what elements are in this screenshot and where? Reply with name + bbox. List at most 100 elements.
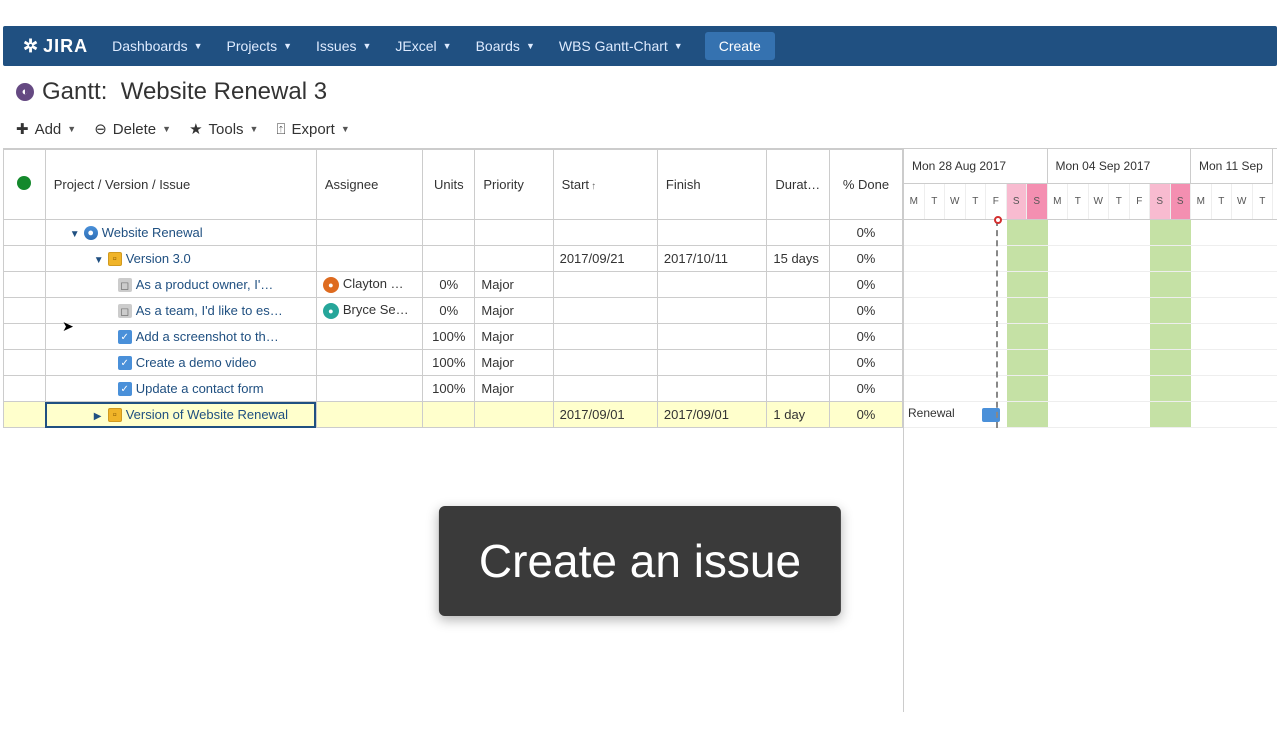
timeline-row[interactable] [904,324,1277,350]
row-done-cell[interactable]: 0% [829,350,902,376]
col-units[interactable]: Units [423,150,475,220]
col-name[interactable]: Project / Version / Issue [45,150,316,220]
col-done[interactable]: % Done [829,150,902,220]
row-name-cell[interactable]: ◻As a product owner, I'… [45,272,316,298]
add-button[interactable]: ✚ Add ▼ [16,120,76,138]
row-name-cell[interactable]: ✓Add a screenshot to th… [45,324,316,350]
row-units-cell[interactable]: 100% [423,324,475,350]
row-done-cell[interactable]: 0% [829,220,902,246]
row-duration-cell[interactable] [767,350,830,376]
row-duration-cell[interactable] [767,376,830,402]
row-priority-cell[interactable] [475,246,553,272]
row-done-cell[interactable]: 0% [829,246,902,272]
row-start-cell[interactable]: 2017/09/21 [553,246,657,272]
row-priority-cell[interactable] [475,402,553,428]
row-start-cell[interactable] [553,220,657,246]
timeline-row[interactable] [904,350,1277,376]
timeline-row[interactable] [904,220,1277,246]
row-assignee-cell[interactable] [316,246,422,272]
row-assignee-cell[interactable] [316,350,422,376]
col-priority[interactable]: Priority [475,150,553,220]
issue-name[interactable]: Version 3.0 [126,251,191,266]
row-finish-cell[interactable] [657,298,767,324]
table-row[interactable]: ▶▫Version of Website Renewal 2017/09/0120… [4,402,903,428]
issue-name[interactable]: Update a contact form [136,381,264,396]
nav-issues[interactable]: Issues▼ [306,26,381,66]
export-button[interactable]: ⍐ Export ▼ [276,120,349,138]
row-finish-cell[interactable] [657,350,767,376]
delete-button[interactable]: ⊖ Delete ▼ [94,120,171,138]
col-finish[interactable]: Finish [657,150,767,220]
row-duration-cell[interactable]: 15 days [767,246,830,272]
nav-dashboards[interactable]: Dashboards▼ [102,26,212,66]
row-start-cell[interactable] [553,376,657,402]
tree-toggle-icon[interactable]: ▼ [70,229,80,240]
row-finish-cell[interactable] [657,272,767,298]
row-name-cell[interactable]: ▼▫Version 3.0 [45,246,316,272]
row-assignee-cell[interactable]: ●Clayton … [316,272,422,298]
issue-name[interactable]: Version of Website Renewal [126,407,288,422]
row-assignee-cell[interactable] [316,220,422,246]
tree-toggle-icon[interactable]: ▼ [94,255,104,266]
row-duration-cell[interactable]: 1 day [767,402,830,428]
row-units-cell[interactable]: 100% [423,350,475,376]
row-finish-cell[interactable]: 2017/10/11 [657,246,767,272]
timeline-row[interactable] [904,272,1277,298]
tools-button[interactable]: ★ Tools ▼ [189,120,258,138]
row-name-cell[interactable]: ◻As a team, I'd like to es… [45,298,316,324]
row-duration-cell[interactable] [767,298,830,324]
timeline-pane[interactable]: Mon 28 Aug 2017Mon 04 Sep 2017Mon 11 Sep… [903,149,1277,712]
timeline-row[interactable]: Renewal [904,402,1277,428]
row-done-cell[interactable]: 0% [829,324,902,350]
col-status[interactable] [4,150,46,220]
table-row[interactable]: ◻As a product owner, I'…●Clayton …0%Majo… [4,272,903,298]
nav-jexcel[interactable]: JExcel▼ [385,26,461,66]
row-duration-cell[interactable] [767,220,830,246]
row-assignee-cell[interactable] [316,402,422,428]
row-done-cell[interactable]: 0% [829,402,902,428]
row-name-cell[interactable]: ✓Update a contact form [45,376,316,402]
row-finish-cell[interactable] [657,324,767,350]
row-start-cell[interactable]: 2017/09/01 [553,402,657,428]
row-units-cell[interactable] [423,246,475,272]
row-assignee-cell[interactable]: ●Bryce Se… [316,298,422,324]
issue-name[interactable]: As a product owner, I'… [136,277,274,292]
create-button[interactable]: Create [705,32,775,60]
row-priority-cell[interactable] [475,220,553,246]
row-name-cell[interactable]: ▶▫Version of Website Renewal [45,402,316,428]
timeline-row[interactable] [904,246,1277,272]
row-priority-cell[interactable]: Major [475,272,553,298]
row-duration-cell[interactable] [767,272,830,298]
tree-toggle-icon[interactable]: ▶ [94,411,104,422]
row-assignee-cell[interactable] [316,376,422,402]
row-units-cell[interactable]: 100% [423,376,475,402]
row-units-cell[interactable] [423,402,475,428]
col-duration[interactable]: Durati… [767,150,830,220]
issue-name[interactable]: Create a demo video [136,355,257,370]
issue-name[interactable]: Add a screenshot to th… [136,329,279,344]
row-priority-cell[interactable]: Major [475,324,553,350]
nav-projects[interactable]: Projects▼ [217,26,303,66]
row-start-cell[interactable] [553,272,657,298]
table-row[interactable]: ✓Add a screenshot to th… 100%Major 0% [4,324,903,350]
row-priority-cell[interactable]: Major [475,350,553,376]
row-units-cell[interactable]: 0% [423,272,475,298]
row-done-cell[interactable]: 0% [829,376,902,402]
timeline-row[interactable] [904,376,1277,402]
issue-name[interactable]: As a team, I'd like to es… [136,303,283,318]
timeline-row[interactable] [904,298,1277,324]
row-duration-cell[interactable] [767,324,830,350]
table-row[interactable]: ◻As a team, I'd like to es…●Bryce Se…0%M… [4,298,903,324]
table-row[interactable]: ▼▫Version 3.0 2017/09/212017/10/1115 days… [4,246,903,272]
table-row[interactable]: ✓Update a contact form100%Major0% [4,376,903,402]
row-units-cell[interactable]: 0% [423,298,475,324]
nav-wbs-gantt[interactable]: WBS Gantt-Chart▼ [549,26,693,66]
row-start-cell[interactable] [553,324,657,350]
issue-name[interactable]: Website Renewal [102,225,203,240]
table-row[interactable]: ✓Create a demo video 100%Major 0% [4,350,903,376]
row-name-cell[interactable]: ✓Create a demo video [45,350,316,376]
col-start[interactable]: Start↑ [553,150,657,220]
row-finish-cell[interactable]: 2017/09/01 [657,402,767,428]
col-assignee[interactable]: Assignee [316,150,422,220]
row-units-cell[interactable] [423,220,475,246]
